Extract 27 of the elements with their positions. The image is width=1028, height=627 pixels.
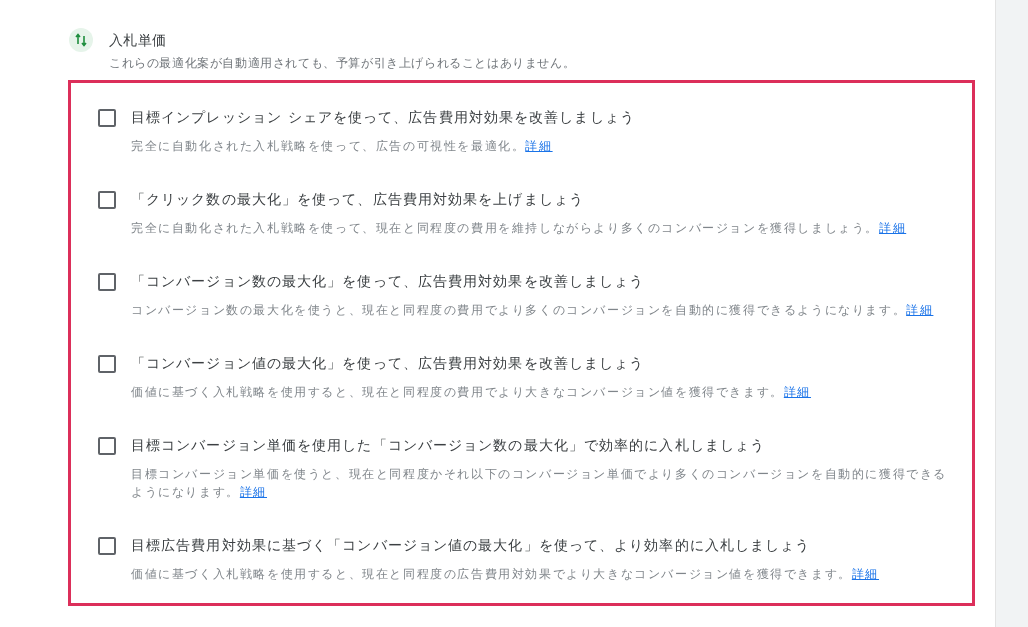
checkbox[interactable]: [98, 355, 116, 373]
recommendation-description: コンバージョン数の最大化を使うと、現在と同程度の費用でより多くのコンバージョンを自動的に獲得できるようになります。詳細: [131, 302, 935, 319]
recommendation-title: 「クリック数の最大化」を使って、広告費用対効果を上げましょう: [131, 190, 585, 209]
details-link[interactable]: 詳細: [783, 385, 811, 399]
details-link[interactable]: 詳細: [879, 221, 907, 235]
recommendation-title: 目標インプレッション シェアを使って、広告費用対効果を改善しましょう: [131, 108, 636, 127]
recommendation-description: 価値に基づく入札戦略を使用すると、現在と同程度の広告費用対効果でより大きなコンバージョン値を獲得できます。詳細: [131, 566, 880, 583]
sort-arrows-icon: [69, 28, 93, 52]
details-link[interactable]: 詳細: [239, 485, 267, 499]
recommendation-title: 目標広告費用対効果に基づく「コンバージョン値の最大化」を使って、より効率的に入札しましょう: [131, 536, 812, 555]
section-title: 入札単価: [109, 31, 168, 50]
checkbox[interactable]: [98, 273, 116, 291]
recommendation-title: 「コンバージョン値の最大化」を使って、広告費用対効果を改善しましょう: [131, 354, 646, 373]
details-link[interactable]: 詳細: [525, 139, 553, 153]
recommendation-title: 「コンバージョン数の最大化」を使って、広告費用対効果を改善しましょう: [131, 272, 646, 291]
recommendation-description: 完全に自動化された入札戦略を使って、現在と同程度の費用を維持しながらより多くのコンバージョンを獲得しましょう。詳細: [131, 220, 908, 237]
checkbox[interactable]: [98, 537, 116, 555]
recommendation-description: 完全に自動化された入札戦略を使って、広告の可視性を最適化。詳細: [131, 138, 554, 155]
recommendation-description: 価値に基づく入札戦略を使用すると、現在と同程度の費用でより大きなコンバージョン値を獲得できます。詳細: [131, 384, 812, 401]
recommendation-description: 目標コンバージョン単価を使うと、現在と同程度かそれ以下のコンバージョン単価でより多くのコンバージョンを自動的に獲得できるようになります。詳細: [131, 466, 948, 501]
checkbox[interactable]: [98, 191, 116, 209]
recommendation-title: 目標コンバージョン単価を使用した「コンバージョン数の最大化」で効率的に入札しましょう: [131, 436, 767, 455]
checkbox[interactable]: [98, 109, 116, 127]
details-link[interactable]: 詳細: [906, 303, 934, 317]
details-link[interactable]: 詳細: [851, 567, 879, 581]
checkbox[interactable]: [98, 437, 116, 455]
section-subtitle: これらの最適化案が自動適用されても、予算が引き上げられることはありません。: [109, 55, 576, 72]
